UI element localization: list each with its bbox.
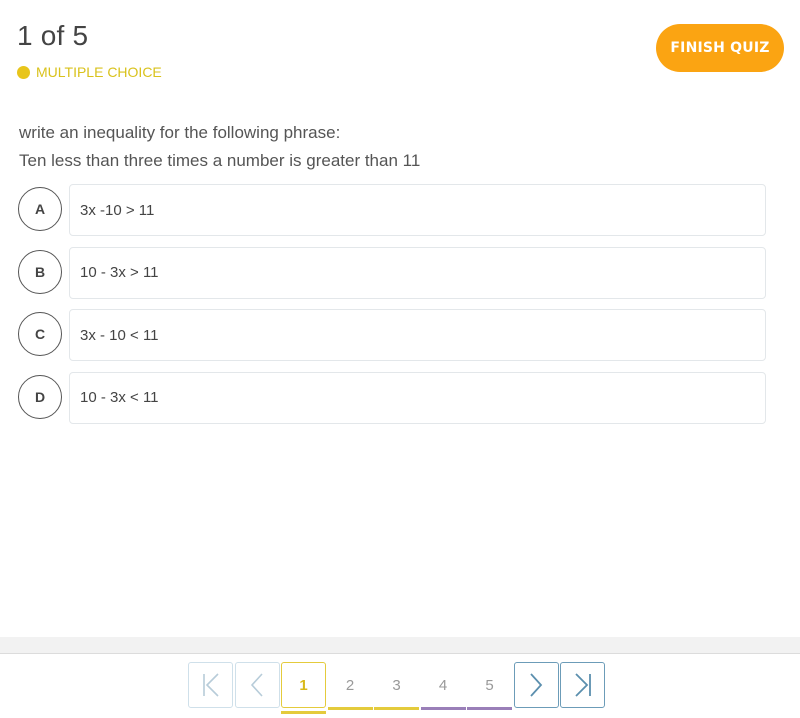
answer-option-b[interactable]: B 10 - 3x > 11 (18, 246, 766, 300)
last-page-icon (574, 673, 591, 697)
question-counter: 1 of 5 (17, 20, 89, 51)
page-indicator (374, 707, 419, 710)
page-number: 1 (299, 676, 308, 694)
answer-option-d[interactable]: D 10 - 3x < 11 (18, 371, 766, 425)
page-indicator (281, 711, 326, 714)
option-letter-badge[interactable]: A (18, 187, 62, 231)
question-type-text: MULTIPLE CHOICE (36, 64, 162, 80)
question-line-1: write an inequality for the following ph… (19, 123, 341, 142)
option-text-box[interactable]: 10 - 3x < 11 (69, 371, 766, 424)
option-letter-badge[interactable]: B (18, 249, 62, 294)
footer-divider (0, 637, 800, 654)
answer-option-a[interactable]: A 3x -10 > 11 (18, 184, 766, 237)
page-button-3[interactable]: 3 (374, 662, 419, 710)
answer-options: A 3x -10 > 11 B 10 - 3x > 11 C 3x - 10 <… (18, 184, 766, 434)
option-text-box[interactable]: 3x - 10 < 11 (69, 309, 766, 361)
question-type-dot-icon (17, 65, 30, 79)
question-text: write an inequality for the following ph… (19, 119, 420, 175)
first-page-button[interactable] (188, 662, 233, 708)
page-button-1[interactable]: 1 (281, 662, 326, 714)
pagination: 1 2 3 4 5 (188, 662, 607, 714)
page-number: 3 (392, 676, 401, 694)
page-indicator (327, 707, 373, 710)
page-number: 2 (345, 676, 355, 694)
first-page-icon (202, 673, 219, 697)
question-line-2: Ten less than three times a number is gr… (19, 151, 421, 170)
prev-page-button[interactable] (234, 662, 280, 708)
option-text-box[interactable]: 3x -10 > 11 (69, 184, 766, 236)
answer-option-c[interactable]: C 3x - 10 < 11 (18, 309, 766, 362)
page-button-5[interactable]: 5 (467, 662, 512, 710)
page-button-4[interactable]: 4 (420, 662, 466, 710)
option-letter-badge[interactable]: D (18, 374, 62, 419)
page-indicator (467, 707, 512, 710)
question-type-label: MULTIPLE CHOICE (17, 64, 162, 80)
next-page-button[interactable] (513, 662, 559, 708)
page-number: 4 (438, 676, 448, 694)
next-page-icon (530, 673, 543, 697)
last-page-button[interactable] (560, 662, 605, 708)
page-indicator (420, 707, 466, 710)
finish-quiz-button[interactable]: FINISH QUIZ (656, 24, 784, 72)
page-button-2[interactable]: 2 (327, 662, 373, 710)
option-text-box[interactable]: 10 - 3x > 11 (69, 246, 766, 299)
page-number: 5 (485, 676, 494, 694)
prev-page-icon (250, 673, 263, 697)
option-letter-badge[interactable]: C (18, 312, 62, 356)
